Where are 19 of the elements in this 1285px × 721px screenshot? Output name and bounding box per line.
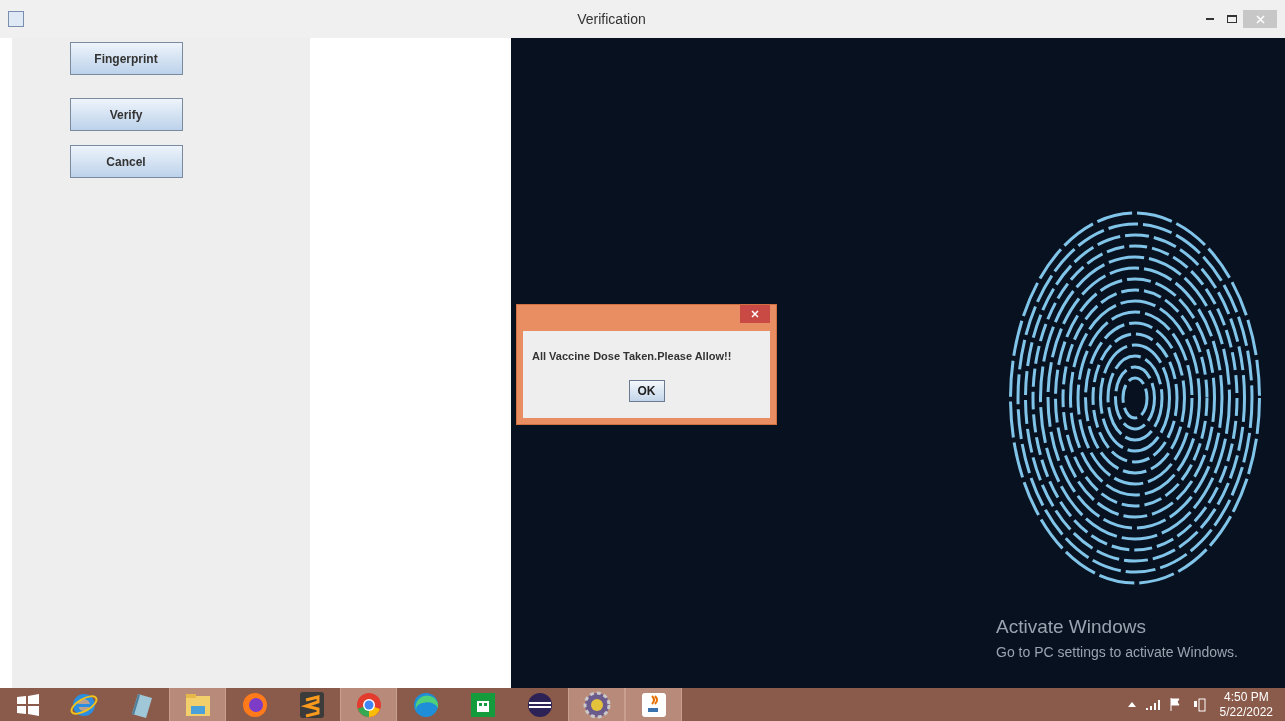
clock-time: 4:50 PM (1223, 689, 1269, 705)
tray-arrow-icon (1127, 702, 1136, 707)
action-button[interactable]: Cancel (69, 145, 183, 178)
action-button[interactable]: Fingerprint (69, 42, 183, 75)
dialog-message: All Vaccine Dose Taken.Please Allow!! (532, 349, 732, 364)
window-title: Verification (577, 9, 646, 29)
close-icon (1255, 14, 1265, 24)
windows-icon (15, 692, 40, 717)
clock-date: 5/22/2022 (1219, 704, 1273, 720)
action-button[interactable]: Verify (69, 98, 183, 131)
signal-icon (1145, 699, 1160, 710)
battery-icon (1192, 697, 1206, 712)
flag-icon (1169, 698, 1183, 711)
ok-button[interactable]: OK (628, 379, 665, 402)
gear-icon (581, 689, 612, 720)
close-icon (751, 310, 759, 318)
activation-subtitle: Go to PC settings to activate Windows. (996, 642, 1238, 662)
activation-title: Activate Windows (996, 615, 1147, 639)
close-button[interactable] (740, 305, 770, 323)
